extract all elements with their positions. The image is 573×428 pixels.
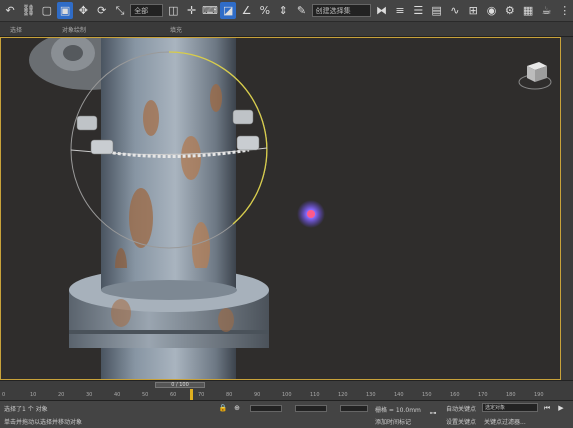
render-setup-icon[interactable]: ⚙ (502, 2, 518, 19)
tick-label: 170 (478, 392, 488, 398)
z-coordinate-input[interactable] (340, 405, 368, 412)
tick-label: 180 (506, 392, 516, 398)
undo-icon[interactable]: ↶ (2, 2, 18, 19)
ribbon-tab-populate[interactable]: 填充 (170, 25, 182, 34)
key-icon[interactable]: ⊶ (428, 409, 438, 417)
schematic-icon[interactable]: ⊞ (465, 2, 481, 19)
tick-label: 0 (2, 392, 6, 398)
ribbon-tab-object-paint[interactable]: 对象绘制 (62, 25, 86, 34)
lock-selection-icon[interactable]: 🔒 (218, 404, 228, 412)
move-icon[interactable]: ✥ (75, 2, 91, 19)
tick-label: 80 (226, 392, 233, 398)
tick-label: 60 (170, 392, 177, 398)
edit-named-selection-icon[interactable]: ✎ (293, 2, 309, 19)
perspective-viewport[interactable] (0, 37, 561, 380)
snap-toggle-icon[interactable]: ◪ (220, 2, 237, 19)
status-bar: 选择了1 个 对象 单击并拖动以选择并移动对象 🔒 ⊕ 栅格 = 10.0mm … (0, 400, 573, 428)
cursor-glow (297, 200, 325, 228)
tick-label: 130 (366, 392, 376, 398)
curve-editor-icon[interactable]: ∿ (447, 2, 463, 19)
window-crossing-icon[interactable]: ◫ (165, 2, 181, 19)
timeline[interactable]: 0 / 100 0 10 20 30 40 50 60 70 80 90 100… (0, 380, 573, 401)
autokey-label[interactable]: 自动关键点 (446, 404, 476, 413)
percent-snap-icon[interactable]: % (257, 2, 273, 19)
right-side-panel (561, 37, 573, 380)
graphite-icon[interactable]: ▤ (428, 2, 444, 19)
add-time-tag[interactable]: 添加时间标记 (375, 417, 411, 426)
x-coordinate-input[interactable] (250, 405, 282, 412)
angle-snap-icon[interactable]: ∠ (238, 2, 254, 19)
tick-label: 120 (338, 392, 348, 398)
selection-count-text: 选择了1 个 对象 (4, 406, 48, 413)
time-slider[interactable]: 0 / 100 (155, 382, 205, 388)
main-toolbar: ↶ ⛓ ▢ ▣ ✥ ⟳ ⤡ 全部 ◫ ✛ ⌨ ◪ ∠ % ⇕ ✎ 创建选择集 ⧓… (0, 0, 573, 22)
spinner-snap-icon[interactable]: ⇕ (275, 2, 291, 19)
tick-label: 190 (534, 392, 544, 398)
mirror-icon[interactable]: ⧓ (373, 2, 389, 19)
tick-label: 160 (450, 392, 460, 398)
selection-filter-dropdown[interactable]: 全部 (130, 4, 164, 17)
pivot-icon[interactable]: ✛ (183, 2, 199, 19)
key-filters-button[interactable]: 关键点过滤器... (484, 417, 526, 426)
rotate-icon[interactable]: ⟳ (94, 2, 110, 19)
layer-icon[interactable]: ☰ (410, 2, 426, 19)
y-coordinate-input[interactable] (295, 405, 327, 412)
ribbon-tab-selection[interactable]: 选择 (10, 25, 22, 34)
tick-label: 140 (394, 392, 404, 398)
selection-set-dropdown[interactable]: 选定对象 (482, 403, 538, 412)
select-link-icon[interactable]: ⛓ (20, 2, 36, 19)
goto-start-icon[interactable]: ⏮ (542, 404, 552, 412)
tick-label: 50 (142, 392, 149, 398)
viewcube-icon[interactable] (518, 62, 552, 90)
overflow-icon[interactable]: ⋮ (557, 2, 573, 19)
tick-label: 100 (282, 392, 292, 398)
select-object-icon[interactable]: ▢ (39, 2, 55, 19)
rect-select-icon[interactable]: ▣ (56, 2, 74, 19)
absolute-mode-icon[interactable]: ⊕ (232, 404, 242, 412)
named-selection-dropdown[interactable]: 创建选择集 (311, 4, 372, 17)
play-icon[interactable]: ▶ (556, 404, 566, 412)
material-editor-icon[interactable]: ◉ (483, 2, 499, 19)
ribbon-label-bar: 选择 对象绘制 填充 (0, 22, 573, 37)
tick-label: 90 (254, 392, 261, 398)
tick-label: 20 (58, 392, 65, 398)
tick-label: 40 (114, 392, 121, 398)
render-frame-icon[interactable]: ▦ (520, 2, 536, 19)
viewport-scene (29, 38, 552, 379)
pipe-flange (69, 268, 269, 379)
tick-label: 10 (30, 392, 37, 398)
tick-label: 110 (310, 392, 320, 398)
tick-label: 150 (422, 392, 432, 398)
align-icon[interactable]: ≡ (392, 2, 408, 19)
grid-size-text: 栅格 = 10.0mm (375, 407, 421, 414)
render-icon[interactable]: ☕ (538, 2, 554, 19)
tick-label: 70 (198, 392, 205, 398)
setkey-label[interactable]: 设置关键点 (446, 417, 476, 426)
keyboard-shortcut-icon[interactable]: ⌨ (202, 2, 218, 19)
prompt-text: 单击并拖动以选择并移动对象 (4, 419, 83, 426)
scale-icon[interactable]: ⤡ (112, 2, 128, 19)
tick-label: 30 (86, 392, 93, 398)
